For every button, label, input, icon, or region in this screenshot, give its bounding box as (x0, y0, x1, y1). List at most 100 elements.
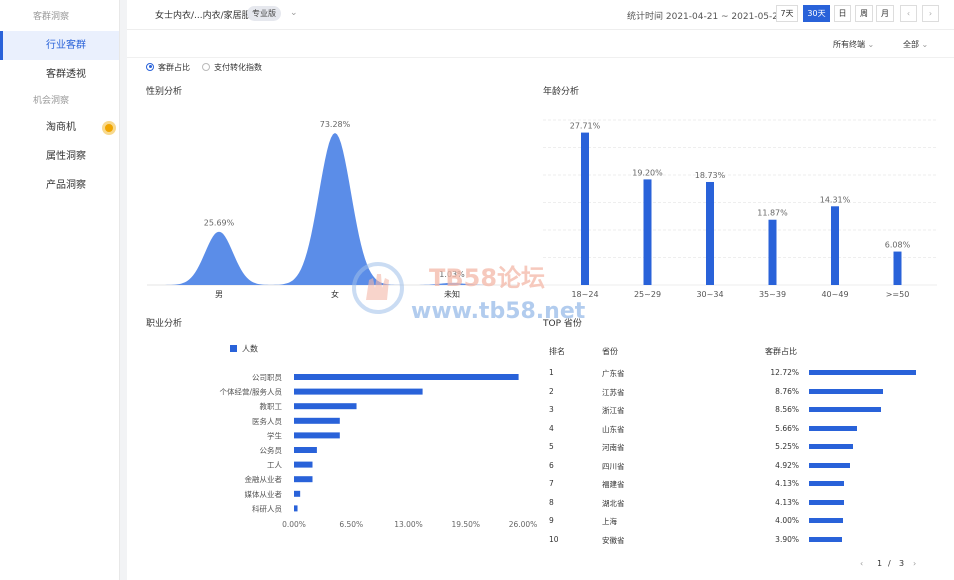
terminal-filter-label: 所有终端 (833, 40, 865, 49)
job-chart: 人数 0.00% 6.50% 13.00% 19.50% 26.00% 公司职员个体经营/… (219, 344, 537, 530)
province-section-title: TOP 省份 (543, 319, 582, 329)
radio-label: 支付转化指数 (214, 63, 262, 72)
pager-prev-icon[interactable]: ‹ (860, 559, 863, 568)
share-bar (809, 425, 857, 431)
sidebar-item-attribute[interactable]: 属性洞察 (0, 142, 119, 171)
job-category-label: 媒体从业者 (245, 489, 283, 499)
terminal-filter[interactable]: 所有终端 ⌄ (833, 39, 874, 50)
job-category-label: 学生 (267, 430, 282, 440)
notification-dot-icon (102, 121, 116, 135)
share-bar (809, 370, 916, 375)
pager-current: 1 (877, 559, 883, 568)
job-tick-label: 19.50% (451, 520, 480, 529)
province-cell: 河南省 (602, 443, 625, 452)
filter-bar: 所有终端 ⌄ 全部 ⌄ (127, 30, 954, 58)
scope-filter[interactable]: 全部 ⌄ (903, 39, 928, 50)
rank-cell: 5 (549, 442, 554, 451)
scope-filter-label: 全部 (903, 40, 919, 49)
age-category-label: 35~39 (759, 290, 786, 299)
job-bar[interactable] (294, 417, 340, 424)
province-cell: 上海 (602, 517, 617, 526)
sidebar-group-opportunity: 机会洞察 (33, 96, 70, 106)
share-cell: 4.92% (775, 460, 799, 470)
category-breadcrumb[interactable]: 女士内衣/...内衣/家居服 (155, 8, 251, 21)
share-cell: 5.25% (775, 442, 799, 451)
range-7d-button[interactable]: 7天 (776, 5, 798, 22)
age-bar[interactable] (581, 132, 589, 285)
age-category-label: 25~29 (634, 290, 661, 299)
stat-time-range: 统计时间 2021-04-21 ~ 2021-05-20 (627, 12, 784, 22)
share-cell: 5.66% (775, 423, 799, 433)
chevron-down-icon[interactable]: ⌄ (290, 8, 298, 18)
pager-next-icon[interactable]: › (913, 559, 916, 568)
job-bar[interactable] (294, 432, 340, 439)
radio-pay-conversion[interactable]: 支付转化指数 (202, 62, 262, 73)
pro-version-badge: 专业版 (247, 6, 281, 21)
job-bar[interactable] (294, 461, 313, 468)
pager-separator: / (888, 559, 891, 568)
rank-cell: 9 (549, 516, 554, 525)
share-bar (809, 388, 883, 394)
sidebar-item-label: 淘商机 (46, 122, 76, 133)
range-week-button[interactable]: 周 (855, 5, 873, 22)
job-bar[interactable] (294, 505, 298, 512)
province-cell: 安徽省 (602, 535, 625, 545)
age-bar[interactable] (643, 179, 652, 285)
rank-cell: 4 (549, 423, 554, 433)
job-bar[interactable] (294, 476, 313, 483)
age-value-label: 11.87% (757, 209, 788, 218)
range-month-button[interactable]: 月 (876, 5, 894, 22)
sidebar-item-product[interactable]: 产品洞察 (0, 171, 119, 200)
gender-value-label: 1.03% (439, 270, 465, 279)
share-bar (809, 444, 854, 449)
job-tick-label: 6.50% (339, 520, 363, 529)
sidebar-item-customer-perspective[interactable]: 客群透视 (0, 60, 119, 89)
job-bar[interactable] (294, 447, 317, 453)
age-chart: 27.71% 18~24 19.20% 25~29 18.73% 30~34 11.87% 3… (543, 119, 937, 299)
table-row: 5 河南省 5.25% (547, 437, 927, 456)
main-panel: 女士内衣/...内衣/家居服 专业版 ⌄ 统计时间 2021-04-21 ~ 2… (127, 0, 954, 580)
share-cell: 8.76% (775, 386, 799, 396)
gender-category-label: 男 (215, 290, 223, 299)
pager-total: 3 (899, 559, 905, 568)
gender-category-label: 未知 (444, 289, 460, 299)
age-bar[interactable] (706, 181, 714, 285)
share-bar (809, 536, 842, 542)
share-cell: 4.13% (775, 479, 799, 488)
chevron-down-icon: ⌄ (921, 40, 929, 49)
age-bar[interactable] (893, 251, 902, 285)
next-period-button[interactable]: › (922, 5, 939, 22)
col-rank: 排名 (549, 347, 565, 356)
province-cell: 浙江省 (602, 406, 625, 415)
prev-period-button[interactable]: ‹ (900, 5, 917, 22)
table-row: 6 四川省 4.92% (547, 456, 927, 475)
job-category-label: 公司职员 (252, 373, 282, 382)
job-category-label: 科研人员 (252, 503, 282, 513)
age-category-label: 18~24 (571, 290, 598, 299)
job-bar[interactable] (294, 403, 357, 410)
job-bar[interactable] (294, 388, 423, 395)
radio-checked-icon (146, 62, 154, 71)
share-bar (809, 407, 881, 412)
job-category-label: 医务人员 (252, 416, 282, 426)
sidebar-item-industry-customer[interactable]: 行业客群 (0, 31, 119, 60)
age-category-label: >=50 (886, 290, 910, 299)
range-30d-button[interactable]: 30天 (803, 5, 830, 22)
radio-customer-share[interactable]: 客群占比 (146, 62, 190, 73)
col-province: 省份 (602, 347, 618, 356)
range-day-button[interactable]: 日 (834, 5, 851, 22)
share-bar (809, 499, 844, 505)
radio-label: 客群占比 (158, 63, 190, 72)
age-bar[interactable] (831, 206, 839, 285)
job-bar[interactable] (294, 374, 519, 380)
top-bar: 女士内衣/...内衣/家居服 专业版 ⌄ 统计时间 2021-04-21 ~ 2… (127, 0, 954, 30)
chevron-down-icon: ⌄ (867, 40, 875, 49)
share-cell: 8.56% (775, 405, 799, 414)
sidebar-item-opportunity[interactable]: 淘商机 (0, 113, 119, 142)
age-bar[interactable] (768, 219, 777, 285)
job-tick-label: 13.00% (394, 520, 423, 529)
radio-unchecked-icon (202, 62, 210, 71)
rank-cell: 2 (549, 386, 554, 396)
gender-category-label: 女 (331, 289, 339, 299)
job-bar[interactable] (294, 490, 301, 497)
